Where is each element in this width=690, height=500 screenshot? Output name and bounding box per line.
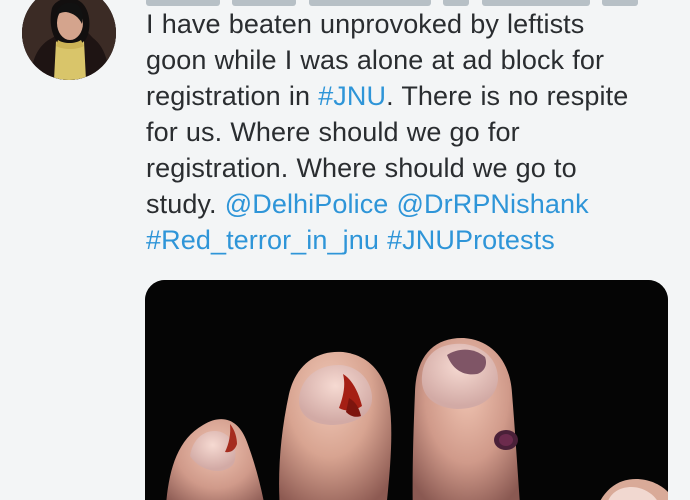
tweet-line: registration in #JNU. There is no respit… <box>146 78 666 114</box>
tweet-line: study. @DelhiPolice @DrRPNishank <box>146 186 666 222</box>
hashtag-link[interactable]: #JNU <box>318 81 386 111</box>
tweet-text-segment: . There is no respite <box>386 81 629 111</box>
tweet-card: I have beaten unprovoked by leftists goon… <box>0 0 690 500</box>
tweet-text-segment: goon while I was alone at ad block for <box>146 45 605 75</box>
mention-link[interactable]: @DrRPNishank <box>397 189 589 219</box>
tweet-line: goon while I was alone at ad block for <box>146 42 666 78</box>
hashtag-link[interactable]: #JNUProtests <box>387 225 555 255</box>
tweet-line: I have beaten unprovoked by leftists <box>146 6 666 42</box>
tweet-text: I have beaten unprovoked by leftists goon… <box>146 6 666 258</box>
avatar[interactable] <box>22 0 116 80</box>
tweet-line: registration. Where should we go to <box>146 150 666 186</box>
tweet-text-segment: registration in <box>146 81 319 111</box>
hashtag-link[interactable]: #Red_terror_in_jnu <box>146 225 379 255</box>
tweet-image[interactable] <box>145 280 668 500</box>
tweet-text-segment: study. <box>146 189 225 219</box>
tweet-line: for us. Where should we go for <box>146 114 666 150</box>
tweet-line: #Red_terror_in_jnu #JNUProtests <box>146 222 666 258</box>
tweet-text-segment: I have beaten unprovoked by leftists <box>146 9 585 39</box>
mention-link[interactable]: @DelhiPolice <box>225 189 389 219</box>
tweet-text-segment: registration. Where should we go to <box>146 153 577 183</box>
tweet-text-segment: for us. Where should we go for <box>146 117 520 147</box>
tweet-text-segment <box>379 225 387 255</box>
photo-icon <box>145 280 668 500</box>
tweet-text-segment <box>388 189 396 219</box>
